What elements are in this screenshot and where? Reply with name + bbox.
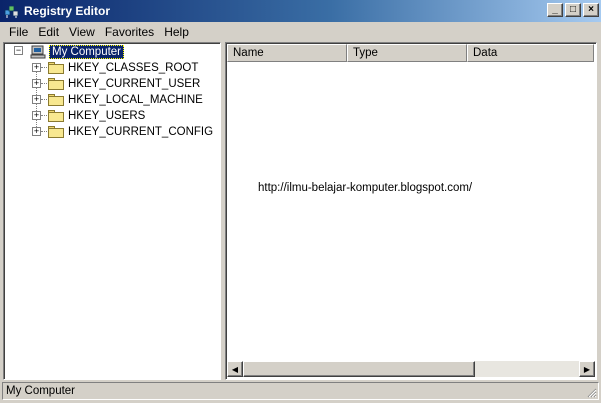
status-text: My Computer — [6, 385, 76, 397]
horizontal-scrollbar[interactable]: ◀ ▶ — [227, 361, 595, 377]
menu-help[interactable]: Help — [159, 23, 194, 41]
window-title: Registry Editor — [24, 4, 111, 18]
column-header-type[interactable]: Type — [347, 44, 467, 62]
tree-item-hkey-current-user[interactable]: HKEY_CURRENT_USER — [48, 76, 200, 92]
folder-icon — [48, 62, 64, 74]
watermark-url: http://ilmu-belajar-komputer.blogspot.co… — [258, 182, 473, 194]
column-header-name[interactable]: Name — [227, 44, 347, 62]
tree-item-label: HKEY_LOCAL_MACHINE — [68, 94, 203, 106]
expand-icon[interactable]: + — [32, 111, 41, 120]
scroll-thumb[interactable] — [243, 361, 475, 377]
menu-view[interactable]: View — [64, 23, 100, 41]
menu-edit[interactable]: Edit — [33, 23, 64, 41]
expand-icon[interactable]: + — [32, 95, 41, 104]
tree-item-label: HKEY_CLASSES_ROOT — [68, 62, 199, 74]
computer-icon — [30, 45, 46, 59]
expand-icon[interactable]: + — [32, 79, 41, 88]
tree-item-hkey-local-machine[interactable]: HKEY_LOCAL_MACHINE — [48, 92, 203, 108]
title-bar[interactable]: Registry Editor _ □ × — [0, 0, 601, 22]
menu-favorites[interactable]: Favorites — [100, 23, 159, 41]
close-icon: × — [588, 4, 594, 15]
folder-icon — [48, 94, 64, 106]
status-bar: My Computer — [2, 382, 599, 400]
caption-buttons: _ □ × — [545, 3, 599, 17]
expand-icon[interactable]: + — [32, 63, 41, 72]
menu-bar: File Edit View Favorites Help — [0, 22, 601, 42]
menu-file[interactable]: File — [4, 23, 33, 41]
scroll-left-button[interactable]: ◀ — [227, 361, 243, 377]
folder-icon — [48, 110, 64, 122]
tree-item-hkey-users[interactable]: HKEY_USERS — [48, 108, 145, 124]
tree-item-hkey-classes-root[interactable]: HKEY_CLASSES_ROOT — [48, 60, 198, 76]
scroll-right-button[interactable]: ▶ — [579, 361, 595, 377]
maximize-icon: □ — [569, 4, 577, 15]
maximize-button[interactable]: □ — [565, 3, 581, 17]
minimize-icon: _ — [552, 4, 558, 15]
arrow-right-icon: ▶ — [583, 364, 591, 374]
folder-icon — [48, 126, 64, 138]
folder-icon — [48, 78, 64, 90]
tree-item-hkey-current-config[interactable]: HKEY_CURRENT_CONFIG — [48, 124, 213, 140]
tree-item-label: My Computer — [49, 45, 125, 59]
close-button[interactable]: × — [583, 3, 599, 17]
tree-item-my-computer[interactable]: My Computer — [30, 44, 125, 60]
column-header-data[interactable]: Data — [467, 44, 594, 62]
tree-item-label: HKEY_USERS — [68, 110, 146, 122]
collapse-icon[interactable]: − — [14, 46, 23, 55]
arrow-left-icon: ◀ — [231, 364, 239, 374]
minimize-button[interactable]: _ — [547, 3, 563, 17]
tree-item-label: HKEY_CURRENT_CONFIG — [68, 126, 214, 138]
resize-grip-icon[interactable] — [585, 386, 597, 398]
registry-tree[interactable]: − My Computer + HKEY_CLASSES_ROOT + HKEY… — [3, 42, 221, 380]
tree-item-label: HKEY_CURRENT_USER — [68, 78, 201, 90]
registry-editor-icon — [4, 3, 20, 19]
expand-icon[interactable]: + — [32, 127, 41, 136]
values-list[interactable]: Name Type Data http://ilmu-belajar-kompu… — [225, 42, 597, 380]
